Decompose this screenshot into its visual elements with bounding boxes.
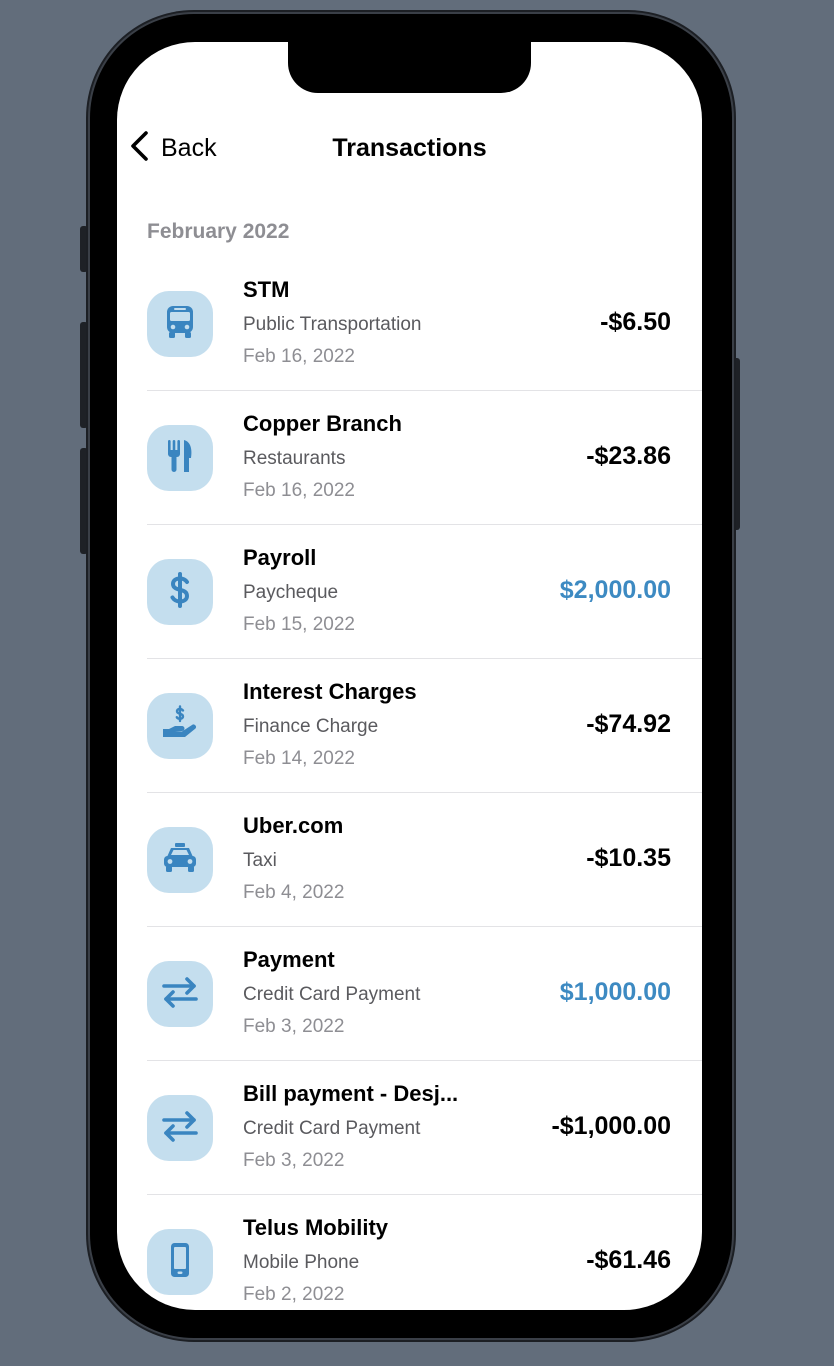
- transaction-amount: $1,000.00: [559, 978, 671, 1006]
- transaction-category: Credit Card Payment: [243, 984, 421, 1005]
- phone-screen: Back Transactions February 2022 STM Publ…: [117, 42, 702, 1310]
- merchant-name: Payroll: [243, 545, 317, 570]
- bus-icon: [160, 302, 200, 347]
- transaction-icon-tile: [147, 693, 213, 759]
- navigation-bar: Back Transactions: [117, 126, 702, 170]
- transaction-icon-tile: [147, 961, 213, 1027]
- transaction-row[interactable]: Interest Charges Finance Charge Feb 14, …: [117, 659, 702, 793]
- transaction-list: STM Public Transportation Feb 16, 2022 -…: [117, 257, 702, 1310]
- dollar-icon: [160, 570, 200, 615]
- transaction-date: Feb 3, 2022: [243, 1016, 345, 1037]
- transaction-amount: -$6.50: [600, 308, 671, 336]
- transaction-row[interactable]: Copper Branch Restaurants Feb 16, 2022 -…: [117, 391, 702, 525]
- transaction-date: Feb 2, 2022: [243, 1284, 345, 1305]
- merchant-name: Interest Charges: [243, 679, 417, 704]
- taxi-icon: [160, 838, 200, 883]
- transaction-icon-tile: [147, 559, 213, 625]
- transaction-amount: -$23.86: [586, 442, 671, 470]
- transaction-category: Restaurants: [243, 448, 346, 469]
- transaction-date: Feb 3, 2022: [243, 1150, 345, 1171]
- merchant-name: Bill payment - Desj...: [243, 1081, 459, 1106]
- transaction-icon-tile: [147, 291, 213, 357]
- transaction-category: Taxi: [243, 850, 277, 871]
- transaction-category: Credit Card Payment: [243, 1118, 421, 1139]
- transfer-arrows-icon: [160, 972, 200, 1017]
- transaction-row[interactable]: Payment Credit Card Payment Feb 3, 2022 …: [117, 927, 702, 1061]
- transfer-arrows-icon: [160, 1106, 200, 1151]
- transaction-icon-tile: [147, 827, 213, 893]
- hand-dollar-icon: [160, 704, 200, 749]
- transaction-amount: $2,000.00: [559, 576, 671, 604]
- transaction-category: Paycheque: [243, 582, 339, 603]
- transaction-category: Finance Charge: [243, 716, 379, 737]
- fork-knife-icon: [160, 436, 200, 481]
- transaction-icon-tile: [147, 425, 213, 491]
- transaction-category: Public Transportation: [243, 314, 422, 335]
- transaction-amount: -$10.35: [586, 844, 671, 872]
- transaction-icon-tile: [147, 1095, 213, 1161]
- page-title: Transactions: [332, 134, 487, 162]
- notch: [288, 42, 531, 93]
- volume-up-button: [80, 322, 88, 428]
- transaction-date: Feb 16, 2022: [243, 346, 355, 367]
- transaction-row[interactable]: STM Public Transportation Feb 16, 2022 -…: [117, 257, 702, 391]
- merchant-name: Copper Branch: [243, 411, 402, 436]
- transaction-row[interactable]: Payroll Paycheque Feb 15, 2022 $2,000.00: [117, 525, 702, 659]
- volume-down-button: [80, 448, 88, 554]
- merchant-name: Telus Mobility: [243, 1215, 389, 1240]
- transaction-date: Feb 15, 2022: [243, 614, 355, 635]
- transaction-category: Mobile Phone: [243, 1252, 360, 1273]
- transaction-date: Feb 14, 2022: [243, 748, 355, 769]
- merchant-name: STM: [243, 277, 290, 302]
- power-button: [732, 358, 740, 530]
- transaction-amount: -$74.92: [586, 710, 671, 738]
- transaction-row[interactable]: Uber.com Taxi Feb 4, 2022 -$10.35: [117, 793, 702, 927]
- merchant-name: Payment: [243, 947, 335, 972]
- transaction-date: Feb 16, 2022: [243, 480, 355, 501]
- merchant-name: Uber.com: [243, 813, 344, 838]
- transaction-amount: -$1,000.00: [551, 1112, 671, 1140]
- transaction-icon-tile: [147, 1229, 213, 1295]
- section-header: February 2022: [147, 220, 290, 243]
- transaction-row[interactable]: Bill payment - Desj... Credit Card Payme…: [117, 1061, 702, 1195]
- transaction-date: Feb 4, 2022: [243, 882, 345, 903]
- transaction-amount: -$61.46: [586, 1246, 671, 1274]
- silent-switch: [80, 226, 88, 272]
- transaction-row[interactable]: Telus Mobility Mobile Phone Feb 2, 2022 …: [117, 1195, 702, 1310]
- mobile-phone-icon: [160, 1240, 200, 1285]
